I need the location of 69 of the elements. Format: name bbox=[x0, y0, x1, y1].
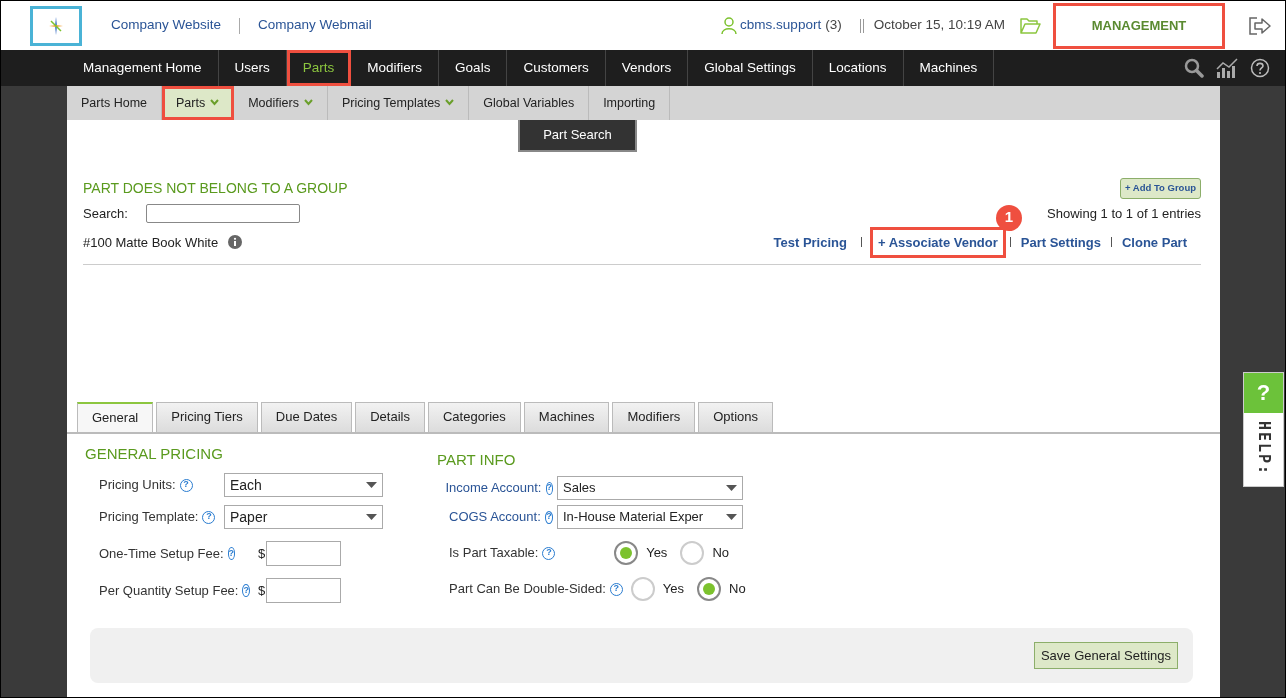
field-label: COGS Account: bbox=[449, 508, 541, 527]
search-label: Search: bbox=[83, 205, 128, 223]
tab[interactable]: Pricing Tiers bbox=[156, 402, 258, 432]
add-to-group-button[interactable]: + Add To Group bbox=[1120, 178, 1201, 199]
tab[interactable]: General bbox=[77, 402, 154, 432]
caret-icon bbox=[726, 514, 737, 520]
tab[interactable]: Due Dates bbox=[260, 402, 353, 432]
folder-icon[interactable] bbox=[1020, 17, 1041, 34]
save-button[interactable]: Save General Settings bbox=[1033, 641, 1178, 670]
radio-button[interactable] bbox=[614, 541, 639, 565]
dropdown-item[interactable]: Part Search bbox=[518, 120, 637, 152]
company-logo[interactable] bbox=[30, 5, 82, 46]
radio-label: No bbox=[712, 544, 729, 563]
radio-button[interactable] bbox=[630, 577, 655, 601]
search-field[interactable] bbox=[145, 204, 300, 224]
tab[interactable]: Machines bbox=[523, 402, 610, 432]
currency-symbol: $ bbox=[258, 544, 266, 563]
caret-icon bbox=[366, 482, 377, 488]
logout-icon[interactable] bbox=[1249, 16, 1271, 35]
nav-item[interactable]: Parts bbox=[286, 50, 352, 86]
field-label: Pricing Template: bbox=[99, 508, 199, 527]
radio-button[interactable] bbox=[680, 541, 705, 565]
search-icon[interactable] bbox=[1184, 58, 1204, 78]
field-label: Is Part Taxable: bbox=[449, 544, 539, 563]
section-title: GENERAL PRICING bbox=[85, 443, 224, 464]
subnav-item[interactable]: Pricing Templates bbox=[327, 86, 470, 120]
select-field[interactable]: Paper bbox=[224, 505, 383, 529]
module-button[interactable]: MANAGEMENT bbox=[1053, 2, 1225, 49]
info-icon[interactable] bbox=[228, 235, 243, 250]
action-link[interactable]: Test Pricing bbox=[767, 229, 853, 255]
fee-field[interactable] bbox=[266, 578, 342, 603]
radio-label: No bbox=[729, 580, 746, 599]
header-link[interactable]: Company Webmail bbox=[258, 15, 372, 36]
field-label: Part Can Be Double-Sided: bbox=[449, 580, 606, 599]
fee-field[interactable] bbox=[266, 541, 342, 566]
select-field[interactable]: In-House Material Exper bbox=[557, 505, 743, 529]
part-name: #100 Matte Book White bbox=[83, 233, 219, 252]
user-link[interactable]: cbms.support bbox=[740, 15, 822, 36]
entries-info: Showing 1 to 1 of 1 entries bbox=[1047, 205, 1201, 223]
callout-badge: 1 bbox=[995, 204, 1022, 231]
notification-count: (3) bbox=[825, 16, 842, 35]
caret-icon bbox=[366, 514, 377, 520]
help-tab[interactable]: HELP: bbox=[1252, 421, 1275, 477]
chart-icon[interactable] bbox=[1215, 58, 1239, 78]
action-link[interactable]: Part Settings bbox=[1014, 229, 1107, 255]
radio-label: Yes bbox=[646, 544, 668, 563]
select-field[interactable]: Sales bbox=[557, 476, 743, 500]
tab[interactable]: Categories bbox=[427, 402, 521, 432]
date-time: October 15, 10:19 AM bbox=[873, 16, 1005, 35]
tab[interactable]: Modifiers bbox=[612, 402, 696, 432]
section-title: PART INFO bbox=[437, 449, 517, 470]
subnav-item[interactable]: Modifiers bbox=[234, 86, 328, 120]
field-label: Pricing Units: bbox=[99, 476, 176, 495]
field-label: Per Quantity Setup Fee: bbox=[99, 581, 239, 600]
field-label: Income Account: bbox=[445, 479, 542, 498]
header-link[interactable]: Company Website bbox=[111, 15, 222, 36]
tab[interactable]: Details bbox=[355, 402, 425, 432]
radio-label: Yes bbox=[662, 580, 685, 599]
select-field[interactable]: Each bbox=[224, 473, 383, 497]
tab[interactable]: Options bbox=[698, 402, 774, 432]
user-icon bbox=[721, 17, 738, 34]
action-link[interactable]: Clone Part bbox=[1116, 229, 1193, 255]
subnav-item[interactable]: Parts bbox=[162, 86, 235, 120]
caret-icon bbox=[726, 485, 737, 491]
help-icon[interactable] bbox=[1250, 58, 1270, 78]
radio-button[interactable] bbox=[697, 577, 722, 601]
field-label: One-Time Setup Fee: bbox=[99, 544, 224, 563]
section-title: PART DOES NOT BELONG TO A GROUP bbox=[83, 179, 348, 198]
currency-symbol: $ bbox=[258, 581, 266, 600]
